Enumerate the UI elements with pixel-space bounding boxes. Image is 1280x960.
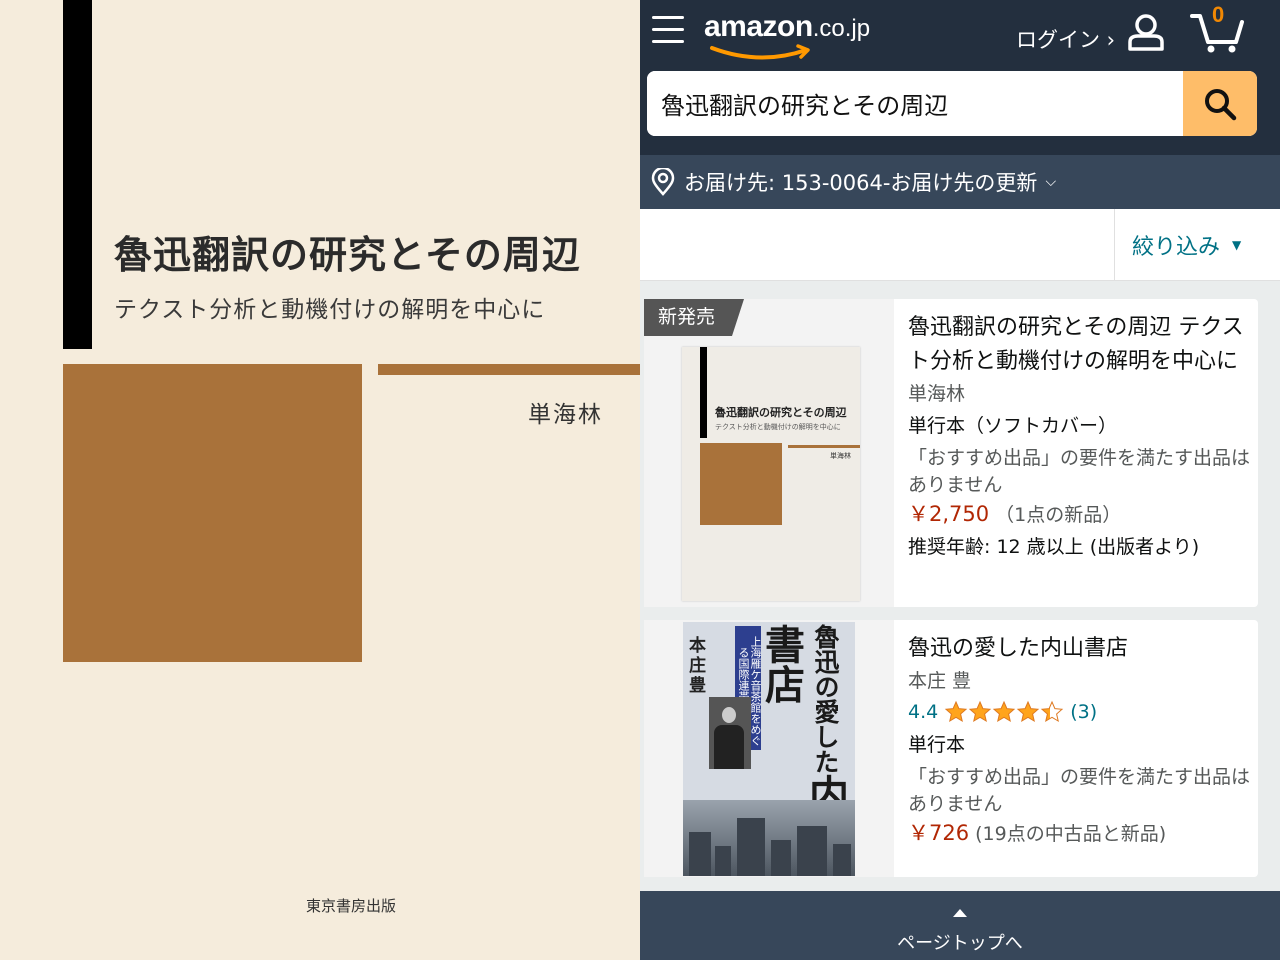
price-row[interactable]: ￥2,750 （1点の新品） bbox=[908, 499, 1253, 530]
amazon-mobile-screen: amazon.co.jp ログイン › 0 魯迅翻訳の研究とその周辺 お届け先:… bbox=[640, 0, 1280, 960]
cover-brown-line bbox=[378, 364, 640, 375]
star-icon bbox=[993, 700, 1016, 723]
search-button[interactable] bbox=[1183, 71, 1257, 136]
thumb-author: 本庄 豊 bbox=[689, 636, 706, 696]
book-cover-thumbnail: 本庄 豊 上海雁ケ音茶館をめぐる国際連帯の物語 魯迅の愛した内山書店 bbox=[683, 622, 855, 876]
chevron-down-icon: ⌵ bbox=[1045, 174, 1057, 190]
price-row[interactable]: ￥726 (19点の中古品と新品) bbox=[908, 818, 1253, 849]
thumb-subtitle: テクスト分析と動機付けの解明を中心に bbox=[715, 423, 841, 431]
user-icon[interactable] bbox=[1126, 12, 1166, 52]
rating-count: (3) bbox=[1070, 701, 1098, 723]
product-title[interactable]: 魯迅翻訳の研究とその周辺 テクスト分析と動機付けの解明を中心に bbox=[908, 311, 1253, 379]
thumb-title: 魯迅翻訳の研究とその周辺 bbox=[715, 406, 847, 419]
book-cover-thumbnail: 魯迅翻訳の研究とその周辺 テクスト分析と動機付けの解明を中心に 単海林 bbox=[682, 347, 860, 601]
product-price: ￥726 bbox=[908, 821, 970, 845]
cover-author: 単海林 bbox=[528, 402, 603, 428]
search-result-item[interactable]: 魯迅翻訳の研究とその周辺 テクスト分析と動機付けの解明を中心に 単海林 新発売 … bbox=[644, 299, 1258, 607]
delivery-location-bar[interactable]: お届け先: 153-0064-お届け先の更新 ⌵ bbox=[640, 155, 1280, 209]
location-pin-icon bbox=[651, 168, 675, 196]
new-release-badge: 新発売 bbox=[644, 299, 744, 336]
search-input[interactable] bbox=[647, 71, 1183, 136]
product-format[interactable]: 単行本 bbox=[908, 728, 1253, 762]
product-thumbnail[interactable]: 本庄 豊 上海雁ケ音茶館をめぐる国際連帯の物語 魯迅の愛した内山書店 bbox=[644, 620, 894, 877]
page-top-label: ページトップへ bbox=[897, 933, 1023, 954]
search-bar bbox=[647, 71, 1257, 136]
cover-black-bar bbox=[63, 0, 92, 349]
delivery-text: お届け先: 153-0064-お届け先の更新 bbox=[684, 171, 1038, 195]
caret-down-icon: ▼ bbox=[1232, 238, 1242, 252]
star-icon bbox=[1041, 700, 1064, 723]
product-info: 魯迅の愛した内山書店 本庄 豊 4.4 (3) 単行本 「おすすめ出品」の要件を… bbox=[908, 632, 1253, 849]
search-icon bbox=[1205, 88, 1237, 120]
menu-icon[interactable] bbox=[652, 16, 684, 44]
arrow-up-icon bbox=[953, 909, 967, 917]
product-author: 本庄 豊 bbox=[908, 670, 972, 692]
logo-word: amazon bbox=[704, 10, 813, 43]
page-top-button[interactable]: ページトップへ bbox=[640, 891, 1280, 960]
thumb-author: 単海林 bbox=[830, 452, 851, 460]
product-thumbnail[interactable]: 魯迅翻訳の研究とその周辺 テクスト分析と動機付けの解明を中心に 単海林 新発売 bbox=[644, 299, 894, 607]
product-info: 魯迅翻訳の研究とその周辺 テクスト分析と動機付けの解明を中心に 単海林 単行本（… bbox=[908, 311, 1253, 564]
thumb-portrait bbox=[709, 697, 751, 769]
offer-note: 「おすすめ出品」の要件を満たす出品はありません bbox=[908, 766, 1251, 815]
book-cover-image: 魯迅翻訳の研究とその周辺 テクスト分析と動機付けの解明を中心に 単海林 東京書房… bbox=[0, 0, 640, 960]
cover-publisher: 東京書房出版 bbox=[306, 897, 397, 915]
star-icon bbox=[1017, 700, 1040, 723]
login-link[interactable]: ログイン › bbox=[1016, 24, 1115, 54]
logo-tld: .co.jp bbox=[812, 15, 871, 42]
cart-count-badge: 0 bbox=[1212, 2, 1225, 27]
star-icon bbox=[945, 700, 968, 723]
star-rating-icon bbox=[944, 700, 1064, 724]
search-result-item[interactable]: 本庄 豊 上海雁ケ音茶館をめぐる国際連帯の物語 魯迅の愛した内山書店 魯迅の愛し… bbox=[644, 620, 1258, 877]
star-icon bbox=[969, 700, 992, 723]
recommended-age: 推奨年齢: 12 歳以上 (出版者より) bbox=[908, 536, 1200, 558]
filter-bar: 絞り込み ▼ bbox=[640, 209, 1280, 281]
offer-count: （1点の新品） bbox=[995, 504, 1122, 526]
offer-note: 「おすすめ出品」の要件を満たす出品はありません bbox=[908, 447, 1251, 496]
rating-value: 4.4 bbox=[908, 701, 939, 723]
product-title[interactable]: 魯迅の愛した内山書店 bbox=[908, 632, 1253, 666]
product-price: ￥2,750 bbox=[908, 502, 990, 526]
rating-row[interactable]: 4.4 (3) bbox=[908, 696, 1253, 728]
amazon-logo[interactable]: amazon.co.jp bbox=[704, 10, 871, 60]
product-format[interactable]: 単行本（ソフトカバー） bbox=[908, 409, 1253, 443]
offer-count: (19点の中古品と新品) bbox=[975, 823, 1167, 845]
product-author: 単海林 bbox=[908, 383, 966, 405]
filter-button[interactable]: 絞り込み ▼ bbox=[1114, 209, 1280, 281]
logo-smile-icon bbox=[710, 44, 810, 60]
cover-brown-square bbox=[63, 364, 362, 662]
cover-title: 魯迅翻訳の研究とその周辺 bbox=[114, 232, 581, 277]
filter-label: 絞り込み bbox=[1132, 235, 1221, 260]
cover-subtitle: テクスト分析と動機付けの解明を中心に bbox=[114, 297, 546, 323]
top-nav-bar: amazon.co.jp ログイン › 0 bbox=[640, 0, 1280, 155]
thumb-street-photo bbox=[683, 800, 855, 876]
